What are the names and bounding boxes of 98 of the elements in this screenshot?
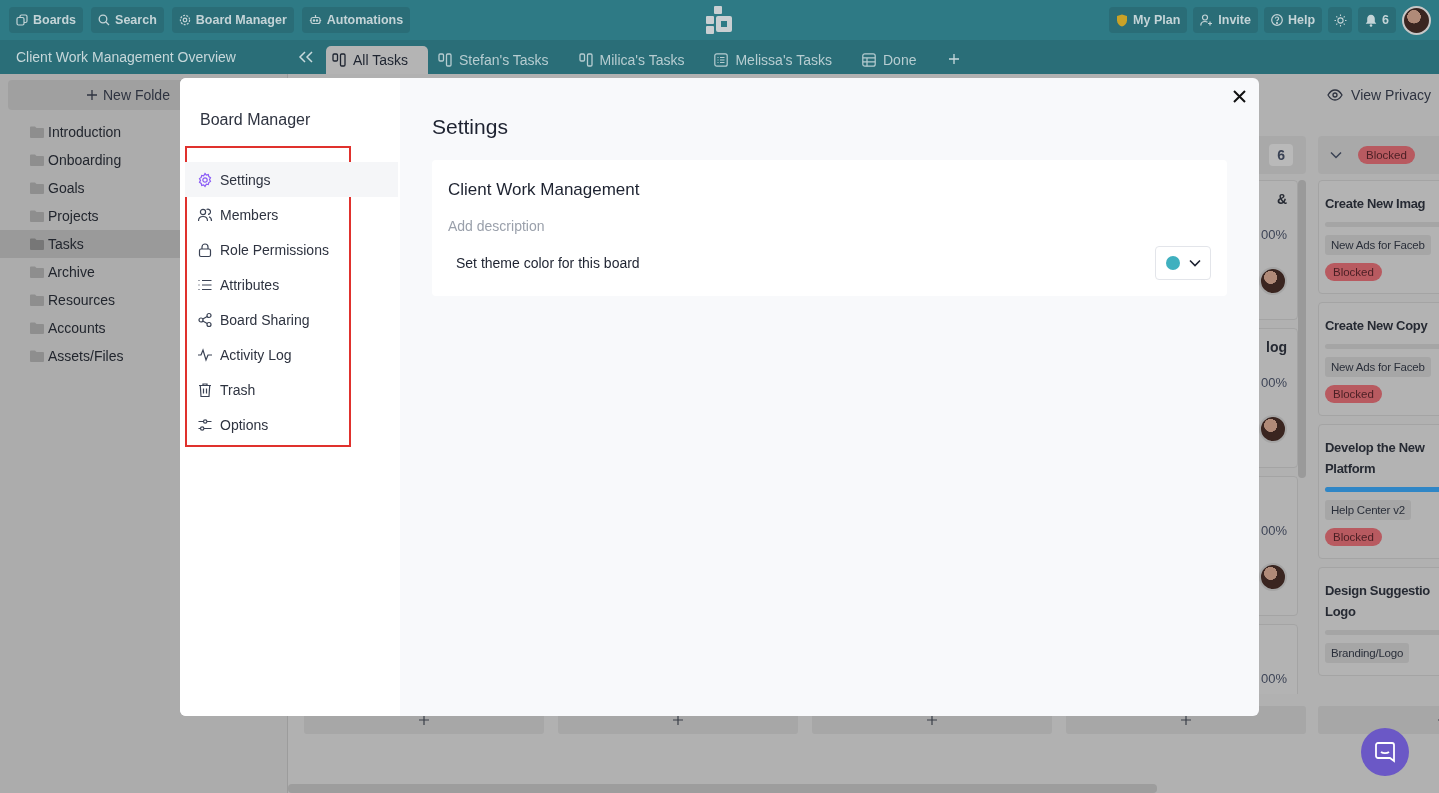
theme-toggle-button[interactable] [1328,7,1353,33]
eye-icon [1327,89,1344,101]
close-icon[interactable] [1233,90,1246,103]
card-title: Create New Imag [1325,195,1426,214]
plus-icon [419,715,429,726]
description-field[interactable]: Add description [448,218,748,234]
collapse-icon[interactable] [298,51,314,63]
project-tag: Help Center v2 [1325,500,1411,521]
help-icon [1270,14,1283,26]
chat-icon [1374,741,1396,763]
progress-percent: 00% [1260,227,1287,245]
bell-icon [1365,13,1378,27]
card-count: 6 [1269,144,1293,167]
card-title: & [1276,191,1287,210]
plus-icon [86,89,98,101]
settings-nav-item[interactable]: Trash [185,372,398,407]
view-privacy-button[interactable]: View Privacy [1319,82,1439,108]
settings-nav-item[interactable]: Options [185,407,398,442]
toolbar-button[interactable]: Automations [301,7,411,33]
task-card[interactable]: Develop the New Platform Help Center v2 Blocked [1318,424,1439,560]
toolbar-button[interactable]: Help [1263,7,1323,33]
search-icon [98,14,111,26]
progress-percent: 00% [1260,671,1287,689]
view-tab[interactable]: Done [856,46,937,74]
folder-icon [30,294,44,306]
list-view-icon [714,53,729,67]
activity-icon [197,346,213,363]
add-person-icon [1200,14,1214,26]
settings-icon [197,171,213,188]
sun-icon [1333,13,1347,27]
section-heading: Settings [432,115,509,139]
board-view-icon [578,53,593,67]
status-badge: Blocked [1325,385,1382,404]
folder-icon [30,154,44,166]
notifications-button[interactable]: 6 [1358,7,1396,33]
share-icon [197,311,213,328]
robot-icon [308,14,322,26]
settings-nav-item[interactable]: Activity Log [185,337,398,372]
dialog-title: Board Manager [199,110,312,129]
logo-icon [706,6,734,34]
toolbar-button[interactable]: Search [91,7,164,33]
progress-percent: 00% [1260,375,1287,393]
folder-icon [30,266,44,278]
avatar[interactable] [1402,5,1431,35]
settings-nav-item[interactable]: Members [185,197,398,232]
card-title: log [1266,339,1287,358]
board-name-field[interactable]: Client Work Management [448,180,1211,200]
folder-icon [30,126,44,138]
board-title: Client Work Management Overview [15,49,237,65]
task-card[interactable]: Design Suggestio Logo Branding/Logo [1318,567,1439,677]
settings-icon [178,14,191,26]
plus-icon [673,715,683,726]
toolbar-button[interactable]: Boards [9,7,84,33]
settings-nav-item[interactable]: Settings [185,162,398,197]
board-view-icon [438,53,452,67]
folder-icon [30,210,44,222]
board-view-icon [332,53,346,67]
color-picker-dropdown[interactable] [1155,246,1211,280]
lock-icon [197,241,213,258]
view-tab[interactable]: Stefan's Tasks [432,46,569,74]
table-view-icon [862,53,876,67]
card-title: Create New Copy [1325,317,1428,336]
plus-icon [927,715,937,726]
theme-color-label: Set theme color for this board [456,255,640,271]
sliders-icon [197,416,213,433]
status-badge: Blocked [1325,528,1382,547]
settings-nav-item[interactable]: Attributes [185,267,398,302]
task-card[interactable]: Create New Imag New Ads for Faceb Blocked [1318,180,1439,295]
folder-icon [30,182,44,194]
toolbar-button[interactable]: Board Manager [171,7,294,33]
scrollbar-thumb[interactable] [1298,180,1306,479]
project-tag: Branding/Logo [1325,643,1410,664]
people-icon [197,206,213,223]
chat-button[interactable] [1361,728,1409,776]
progress-percent: 00% [1260,523,1287,541]
toolbar-button[interactable]: Invite [1193,7,1258,33]
card-title: Design Suggestio Logo [1325,582,1430,622]
status-badge: Blocked [1325,263,1382,282]
project-tag: New Ads for Faceb [1325,357,1431,378]
boards-icon [16,14,28,26]
shield-icon [1116,13,1129,27]
status-badge: Blocked [1358,146,1415,165]
folder-icon [30,238,44,250]
add-tab-icon[interactable] [948,53,961,65]
settings-nav-item[interactable]: Board Sharing [185,302,398,337]
folder-icon [30,322,44,334]
chevron-down-icon[interactable] [1330,151,1342,160]
plus-icon [1181,715,1191,726]
folder-icon [30,350,44,362]
trash-icon [197,381,213,398]
toolbar-button[interactable]: My Plan [1109,7,1188,33]
view-tab[interactable]: All Tasks [326,46,428,74]
card-title: Develop the New Platform [1325,439,1425,479]
chevron-down-icon [1188,259,1201,267]
view-tab[interactable]: Melissa's Tasks [708,46,852,74]
project-tag: New Ads for Faceb [1325,235,1431,256]
task-card[interactable]: Create New Copy New Ads for Faceb Blocked [1318,302,1439,417]
view-tab[interactable]: Milica's Tasks [572,46,705,74]
